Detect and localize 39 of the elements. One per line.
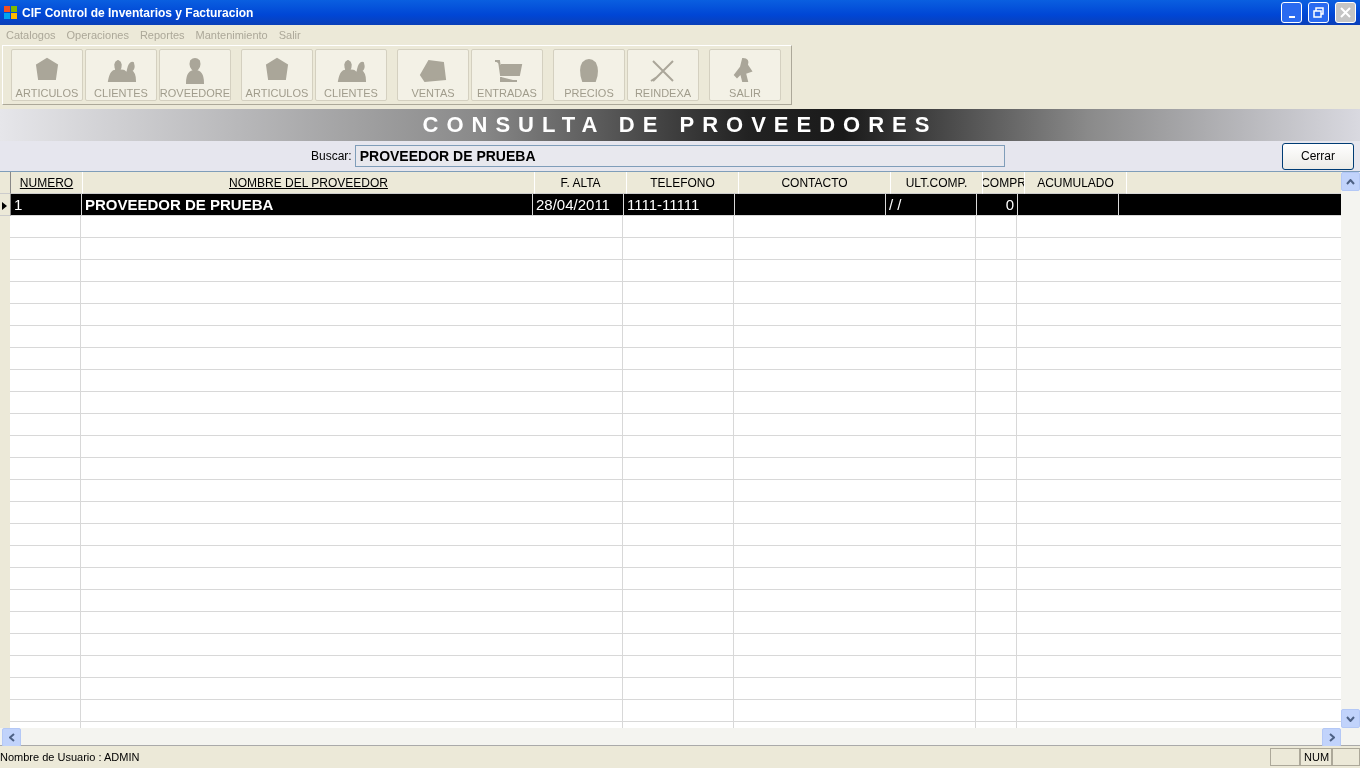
row-indicator[interactable]	[0, 194, 11, 216]
row-pointer-icon	[2, 202, 7, 210]
column-header[interactable]: NOMBRE DEL PROVEEDOR	[83, 172, 535, 194]
table-cell: 1	[11, 194, 82, 216]
search-field[interactable]: PROVEEDOR DE PRUEBA	[354, 145, 1005, 167]
vertical-scrollbar[interactable]	[1341, 172, 1360, 728]
restore-button[interactable]	[1308, 2, 1329, 23]
status-pane	[1332, 748, 1360, 766]
close-icon	[1340, 7, 1351, 18]
column-header[interactable]: ACUMULADO	[1025, 172, 1127, 194]
scroll-right-icon	[1328, 733, 1335, 742]
row-header-corner	[0, 172, 11, 194]
window-title: CIF Control de Inventarios y Facturacion	[22, 5, 255, 20]
scroll-left-icon	[8, 733, 15, 742]
close-button[interactable]	[1335, 2, 1356, 23]
scroll-down-icon	[1346, 715, 1355, 722]
close-form-button[interactable]: Cerrar	[1282, 142, 1354, 170]
status-pane	[1270, 748, 1300, 766]
table-cell: 28/04/2011	[533, 194, 624, 216]
user-status: Nombre de Usuario : ADMIN	[0, 751, 141, 763]
horizontal-scrollbar[interactable]	[0, 728, 1360, 746]
column-header[interactable]: ULT.COMP.	[891, 172, 983, 194]
table-cell: PROVEEDOR DE PRUEBA	[82, 194, 533, 216]
column-header[interactable]: F. ALTA	[535, 172, 627, 194]
table-row[interactable]: 1 PROVEEDOR DE PRUEBA 28/04/2011 1111-11111 / / 0	[0, 194, 1341, 216]
banner-title: CONSULTA DE PROVEEDORES	[422, 112, 938, 138]
column-header[interactable]: NUMERO	[11, 172, 83, 194]
search-label: Buscar:	[311, 149, 352, 163]
table-cell: 1111-11111	[624, 194, 735, 216]
num-lock-indicator: NUM	[1300, 748, 1332, 766]
column-header[interactable]: CONTACTO	[739, 172, 891, 194]
minimize-icon	[1288, 15, 1295, 18]
minimize-button[interactable]	[1281, 2, 1302, 23]
restore-icon	[1313, 7, 1324, 18]
scroll-up-icon	[1346, 178, 1355, 185]
column-header[interactable]: TELEFONO	[627, 172, 739, 194]
table-cell: / /	[886, 194, 977, 216]
app-icon	[4, 5, 18, 20]
table-cell: 0	[977, 194, 1018, 216]
